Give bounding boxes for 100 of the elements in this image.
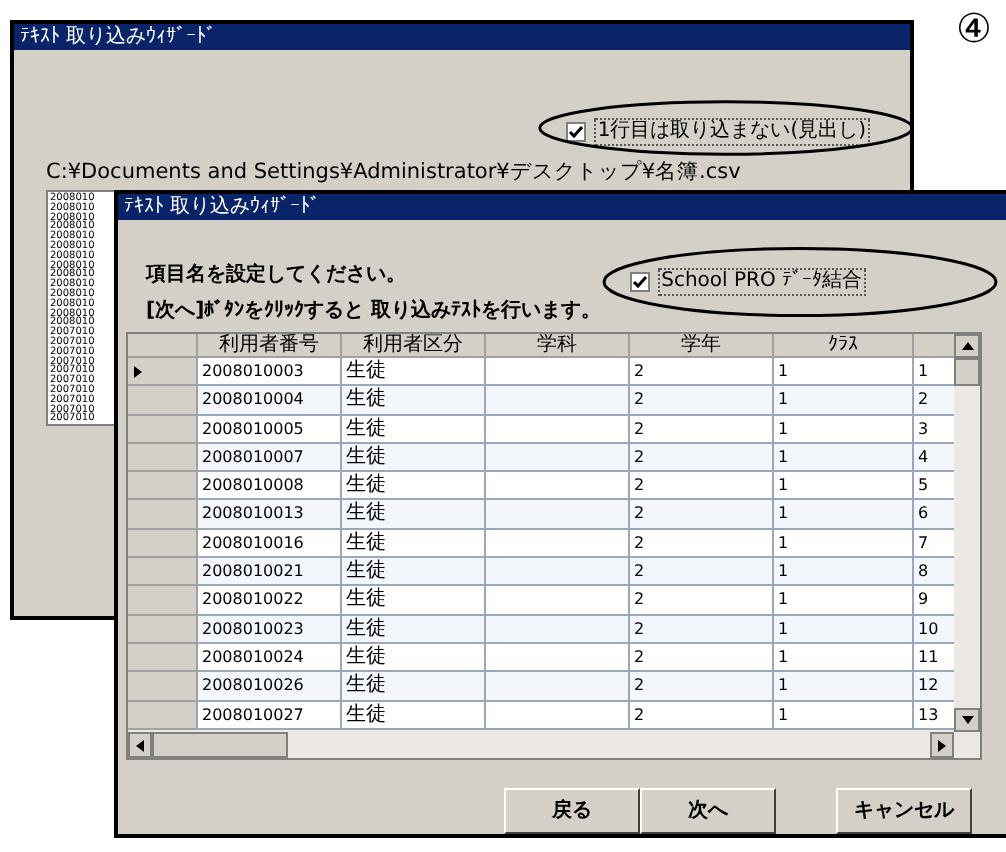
table-cell (486, 643, 630, 673)
table-cell: 生徒 (342, 472, 486, 501)
table-cell: 1 (774, 529, 914, 559)
table-cell: 生徒 (342, 415, 486, 444)
table-cell: 生徒 (342, 701, 486, 730)
table-cell (486, 586, 630, 616)
table-cell: 7 (914, 529, 954, 559)
table-cell: 8 (914, 558, 954, 587)
table-cell: 2008010005 (198, 415, 342, 444)
checkbox-label[interactable]: School PRO ﾃﾞｰﾀ結合 (657, 268, 866, 296)
table-cell: 2008010024 (198, 643, 342, 673)
scroll-up-button[interactable] (954, 334, 980, 358)
table-cell (486, 615, 630, 644)
table-cell: 生徒 (342, 558, 486, 587)
table-cell: 生徒 (342, 386, 486, 416)
column-header[interactable]: 利用者区分 (342, 334, 486, 358)
table-cell: 9 (914, 586, 954, 616)
table-cell: 2 (630, 500, 774, 530)
current-row-icon (134, 365, 142, 378)
table-cell: 2008010008 (198, 472, 342, 501)
table-cell: 生徒 (342, 615, 486, 644)
table-cell: 4 (914, 443, 954, 473)
table-cell: 2 (630, 529, 774, 559)
table-cell: 2008010026 (198, 672, 342, 702)
checkbox[interactable] (565, 122, 586, 142)
file-path: C:¥Documents and Settings¥Administrator¥デスクトップ¥名簿.csv (46, 158, 741, 186)
table-cell: 生徒 (342, 500, 486, 530)
table-cell (486, 358, 630, 387)
table-cell: 1 (774, 472, 914, 501)
table-cell: 2 (630, 558, 774, 587)
scroll-right-button[interactable] (930, 732, 954, 758)
table-cell: 2 (630, 643, 774, 673)
row-header[interactable] (128, 358, 198, 387)
table-cell: 2 (630, 586, 774, 616)
horizontal-scrollbar[interactable] (128, 732, 954, 758)
table-cell: 生徒 (342, 672, 486, 702)
down-arrow-icon (961, 716, 973, 724)
column-header[interactable]: ｸﾗｽ (774, 334, 914, 358)
table-cell: 1 (774, 443, 914, 473)
table-cell: 2 (630, 358, 774, 387)
step-number: ④ (956, 4, 992, 52)
table-cell: 2008010013 (198, 500, 342, 530)
wizard-button[interactable]: 戻る (504, 788, 640, 834)
table-cell: 2 (630, 415, 774, 444)
table-cell: 2008010003 (198, 358, 342, 387)
column-header[interactable]: 学科 (486, 334, 630, 358)
column-header[interactable]: 学年 (630, 334, 774, 358)
table-cell: 生徒 (342, 643, 486, 673)
table-cell: 3 (914, 415, 954, 444)
scroll-down-button[interactable] (954, 708, 980, 732)
table-cell: 11 (914, 643, 954, 673)
scroll-left-button[interactable] (128, 732, 152, 758)
table-cell: 2 (630, 472, 774, 501)
table-cell: 2 (630, 386, 774, 416)
table-cell (486, 500, 630, 530)
table-cell (486, 415, 630, 444)
table-cell (486, 443, 630, 473)
table-cell: 1 (774, 672, 914, 702)
table-cell: 2008010007 (198, 443, 342, 473)
checkbox[interactable] (629, 272, 650, 292)
table-cell: 1 (774, 500, 914, 530)
table-cell (486, 472, 630, 501)
scroll-thumb[interactable] (152, 732, 288, 758)
scroll-thumb[interactable] (954, 358, 980, 386)
up-arrow-icon (961, 342, 973, 350)
table-cell: 生徒 (342, 529, 486, 559)
table-cell: 1 (774, 386, 914, 416)
right-arrow-icon (938, 739, 946, 751)
table-cell: 10 (914, 615, 954, 644)
hint-text: [次へ]ﾎﾞﾀﾝをｸﾘｯｸすると 取り込みﾃｽﾄを行います。 (146, 300, 604, 324)
table-cell: 2008010023 (198, 615, 342, 644)
wizard-button[interactable]: 次へ (640, 788, 776, 834)
table-cell: 13 (914, 701, 954, 730)
window-title: ﾃｷｽﾄ 取り込みｳｨｻﾞｰﾄﾞ (14, 24, 910, 50)
window-title: ﾃｷｽﾄ 取り込みｳｨｻﾞｰﾄﾞ (118, 194, 1006, 220)
table-cell: 生徒 (342, 443, 486, 473)
table-cell: 2 (630, 615, 774, 644)
instruction-text: 項目名を設定してください。 (146, 264, 408, 288)
table-cell: 2 (914, 386, 954, 416)
vertical-scrollbar[interactable] (954, 334, 980, 732)
wizard-button[interactable]: キャンセル (836, 788, 972, 834)
table-cell: 生徒 (342, 586, 486, 616)
table-cell: 1 (774, 701, 914, 730)
table-cell: 2 (630, 672, 774, 702)
table-cell: 2008010016 (198, 529, 342, 559)
table-cell: 2 (630, 443, 774, 473)
column-header[interactable]: 利用者番号 (198, 334, 342, 358)
table-cell: 1 (774, 643, 914, 673)
table-cell: 2008010022 (198, 586, 342, 616)
table-cell: 1 (914, 358, 954, 387)
checkbox-label[interactable]: 1行目は取り込まない(見出し) (593, 118, 870, 146)
table-cell (486, 558, 630, 587)
table-cell: 2008010004 (198, 386, 342, 416)
header-cell (128, 334, 198, 358)
table-cell: 2 (630, 701, 774, 730)
table-cell: 2008010021 (198, 558, 342, 587)
table-cell: 5 (914, 472, 954, 501)
table-cell (486, 529, 630, 559)
table-cell: 12 (914, 672, 954, 702)
table-cell: 生徒 (342, 358, 486, 387)
